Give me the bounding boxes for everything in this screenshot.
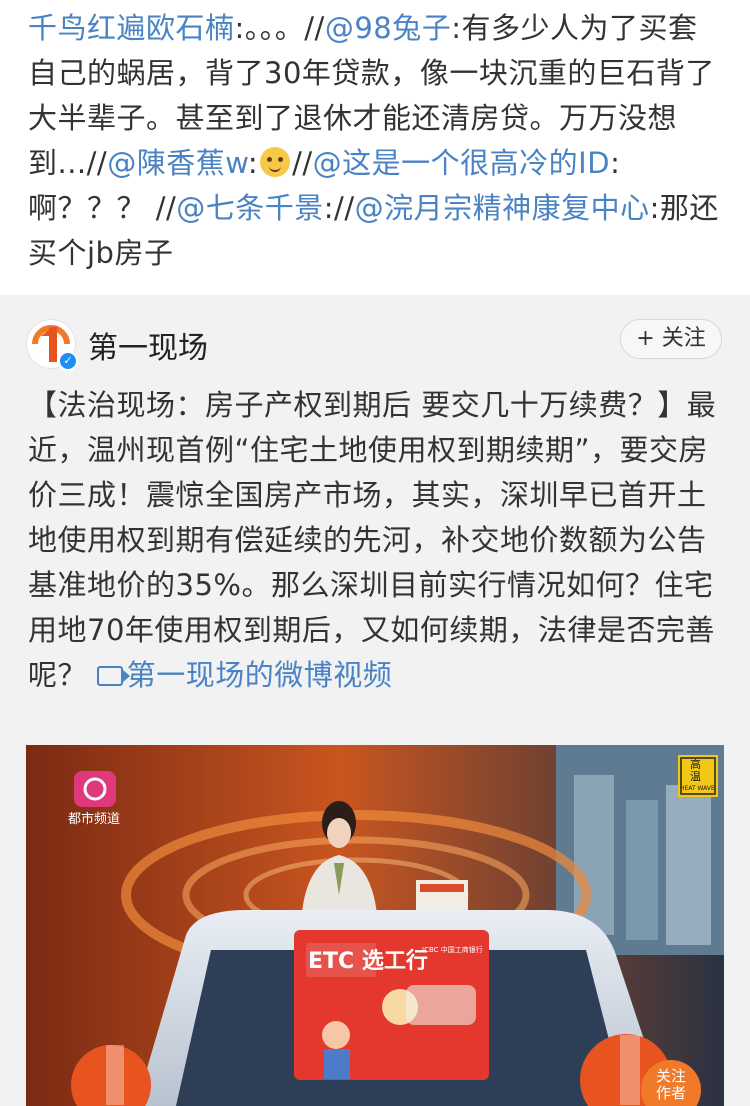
channel-logo-text: 都市频道 bbox=[68, 812, 121, 827]
follow-author-line2: 作者 bbox=[655, 1084, 686, 1102]
repost-text: 千鸟红遍欧石楠:。。。//@98兔子:有多少人为了买套自己的蜗居，背了30年贷款… bbox=[0, 0, 750, 288]
heat-sign-bottom: HEAT WAVE bbox=[680, 785, 715, 792]
screen-title: ETC 选工行 bbox=[308, 949, 428, 974]
smiling-face-emoji bbox=[260, 147, 291, 177]
user-mention-link[interactable]: @七条千景 bbox=[176, 191, 324, 225]
user-mention-link[interactable]: @浣月宗精神康复中心 bbox=[355, 191, 650, 225]
follow-button[interactable]: + 关注 bbox=[620, 319, 722, 359]
repost-text-segment: : bbox=[247, 146, 259, 180]
user-mention-link[interactable]: @98兔子 bbox=[325, 11, 451, 45]
account-name[interactable]: 第一现场 bbox=[88, 323, 208, 367]
post-body-text: 【法治现场：房子产权到期后 要交几十万续费？】最近，温州现首例“住宅土地使用权到… bbox=[28, 388, 717, 692]
follow-author-button[interactable]: 关注 作者 bbox=[646, 1068, 696, 1102]
video-player[interactable]: 都市频道 高温 HEAT WAVE ETC 选工行 ICBC 中国工商银行 关注… bbox=[26, 745, 724, 1106]
follow-author-line1: 关注 bbox=[655, 1067, 686, 1085]
verified-badge-icon: ✓ bbox=[58, 351, 78, 371]
repost-text-segment: :// bbox=[323, 191, 355, 225]
repost-text-segment: :。。。// bbox=[234, 11, 325, 45]
screen-bank: ICBC 中国工商银行 bbox=[422, 946, 483, 954]
repost-text-segment: // bbox=[292, 146, 313, 180]
video-thumbnail bbox=[26, 745, 724, 1106]
original-post-card[interactable]: ✓ 第一现场 + 关注 【法治现场：房子产权到期后 要交几十万续费？】最近，温州… bbox=[0, 295, 750, 1106]
heat-sign-top: 高温 bbox=[690, 758, 701, 783]
video-link[interactable]: 第一现场的微博视频 bbox=[96, 658, 393, 692]
user-mention-link[interactable]: 千鸟红遍欧石楠 bbox=[28, 11, 235, 45]
video-link-text: 第一现场的微博视频 bbox=[126, 658, 393, 692]
user-mention-link[interactable]: @这是一个很高冷的ID bbox=[313, 146, 610, 180]
post-body: 【法治现场：房子产权到期后 要交几十万续费？】最近，温州现首例“住宅土地使用权到… bbox=[0, 383, 750, 698]
video-icon bbox=[96, 666, 130, 686]
user-mention-link[interactable]: @陳香蕉w bbox=[107, 146, 248, 180]
post-header: ✓ 第一现场 + 关注 bbox=[0, 295, 750, 385]
